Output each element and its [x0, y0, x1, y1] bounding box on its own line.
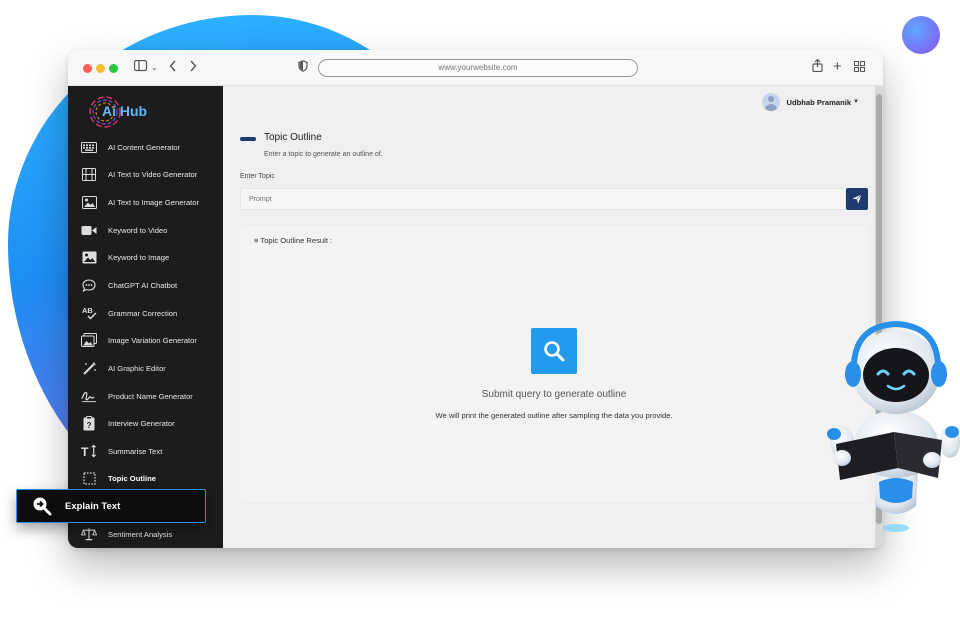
decorative-dot: [902, 16, 940, 54]
sidebar-item-label: AI Graphic Editor: [108, 363, 166, 373]
shield-icon: [298, 59, 308, 77]
sidebar-item-ai-text-to-video[interactable]: AI Text to Video Generator: [68, 161, 223, 187]
topic-input[interactable]: [240, 188, 846, 210]
sidebar-item-sentiment-analysis[interactable]: Sentiment Analysis: [68, 521, 223, 547]
address-bar[interactable]: www.yourwebsite.com: [318, 59, 638, 77]
sidebar-item-label: Image Variation Generator: [108, 335, 197, 345]
magic-wand-icon: [81, 360, 97, 376]
page-title: Topic Outline: [264, 132, 322, 143]
back-arrow-icon[interactable]: [169, 59, 177, 77]
svg-text:T: T: [81, 445, 89, 458]
empty-state-subtitle: We will print the generated outline afte…: [435, 411, 673, 420]
main-content: Udbhab Pramanik ▼ Topic Outline Enter a …: [223, 86, 875, 548]
scales-icon: [81, 526, 97, 542]
sidebar: Ai Hub AI Content Generator AI Text to V…: [68, 86, 223, 548]
sidebar-item-label: Product Name Generator: [108, 391, 193, 401]
text-height-icon: T: [81, 443, 97, 459]
images-icon: [81, 332, 97, 348]
sidebar-item-label: Keyword to Video: [108, 225, 168, 235]
sidebar-item-label: Grammar Correction: [108, 308, 178, 318]
sidebar-item-label: Topic Outline: [108, 473, 156, 483]
sidebar-item-label: Interview Generator: [108, 418, 175, 428]
sidebar-item-topic-outline[interactable]: Topic Outline: [68, 465, 223, 491]
page-subtitle: Enter a topic to generate an outline of.: [264, 151, 383, 158]
send-button[interactable]: [846, 188, 868, 210]
sidebar-item-label: AI Text to Image Generator: [108, 197, 200, 207]
sidebar-item-label: Keyword to Image: [108, 252, 170, 262]
sidebar-item-ai-content-generator[interactable]: AI Content Generator: [68, 134, 223, 160]
sidebar-item-grammar-correction[interactable]: AB Grammar Correction: [68, 300, 223, 326]
video-camera-icon: [81, 222, 97, 238]
picture-icon: [81, 249, 97, 265]
sidebar-item-label: Explain Text: [65, 500, 121, 512]
sidebar-item-keyword-to-video[interactable]: Keyword to Video: [68, 217, 223, 243]
robot-mascot-icon: [827, 320, 960, 532]
keyboard-icon: [81, 139, 97, 155]
sidebar-item-label: AI Text to Video Generator: [108, 169, 198, 179]
tab-grid-icon[interactable]: [854, 59, 865, 77]
browser-window: ⌄ www.yourwebsite.com + Ai Hub AI Conten…: [68, 50, 883, 548]
empty-state-title: Submit query to generate outline: [481, 389, 627, 400]
sidebar-item-label: Summarise Text: [108, 446, 163, 456]
sidebar-toggle-icon[interactable]: [133, 59, 148, 77]
share-icon[interactable]: [812, 58, 823, 77]
clipboard-question-icon: ?: [81, 415, 97, 431]
chat-bubble-icon: [81, 277, 97, 293]
sidebar-item-summarise-text[interactable]: T Summarise Text: [68, 438, 223, 464]
sidebar-item-ai-graphic-editor[interactable]: AI Graphic Editor: [68, 355, 223, 381]
forward-arrow-icon[interactable]: [189, 59, 197, 77]
avatar: [762, 93, 781, 111]
sidebar-item-image-variation[interactable]: Image Variation Generator: [68, 327, 223, 353]
brand-name: Ai Hub: [102, 103, 148, 119]
paper-plane-icon: [852, 194, 862, 204]
browser-titlebar: ⌄ www.yourwebsite.com +: [68, 50, 883, 86]
result-panel: ≡ Topic Outline Result : Submit query to…: [240, 226, 868, 502]
stage: ⌄ www.yourwebsite.com + Ai Hub AI Conten…: [0, 0, 960, 633]
chevron-down-icon[interactable]: ⌄: [151, 59, 158, 77]
dotted-square-icon: [81, 470, 97, 486]
film-icon: [81, 166, 97, 182]
sidebar-item-product-name-generator[interactable]: Product Name Generator: [68, 383, 223, 409]
close-window-button[interactable]: [83, 64, 92, 73]
user-name: Udbhab Pramanik: [786, 97, 852, 107]
svg-text:AB: AB: [82, 306, 93, 315]
user-menu[interactable]: Udbhab Pramanik ▼: [762, 93, 859, 111]
sidebar-item-label: Sentiment Analysis: [108, 529, 173, 539]
image-icon: [81, 194, 97, 210]
search-icon: [544, 341, 565, 362]
sidebar-item-label: AI Content Generator: [108, 142, 181, 152]
topic-field-label: Enter Topic: [240, 173, 275, 180]
sidebar-item-keyword-to-image[interactable]: Keyword to Image: [68, 244, 223, 270]
svg-text:?: ?: [87, 421, 92, 430]
sidebar-item-chatgpt-chatbot[interactable]: ChatGPT AI Chatbot: [68, 272, 223, 298]
maximize-window-button[interactable]: [109, 64, 118, 73]
sidebar-item-ai-text-to-image[interactable]: AI Text to Image Generator: [68, 189, 223, 215]
sidebar-item-interview-generator[interactable]: ? Interview Generator: [68, 410, 223, 436]
sidebar-item-label: ChatGPT AI Chatbot: [108, 280, 178, 290]
search-icon-box: [531, 328, 577, 374]
search-arrow-icon: [32, 496, 52, 516]
signature-icon: [81, 388, 97, 404]
sidebar-item-explain-text[interactable]: Explain Text: [16, 489, 206, 523]
minimize-window-button[interactable]: [96, 64, 105, 73]
result-title: ≡ Topic Outline Result :: [254, 236, 333, 245]
spellcheck-icon: AB: [81, 305, 97, 321]
new-tab-plus-icon[interactable]: +: [833, 59, 842, 75]
caret-down-icon: ▼: [853, 99, 859, 105]
title-accent-bar: [240, 137, 256, 141]
